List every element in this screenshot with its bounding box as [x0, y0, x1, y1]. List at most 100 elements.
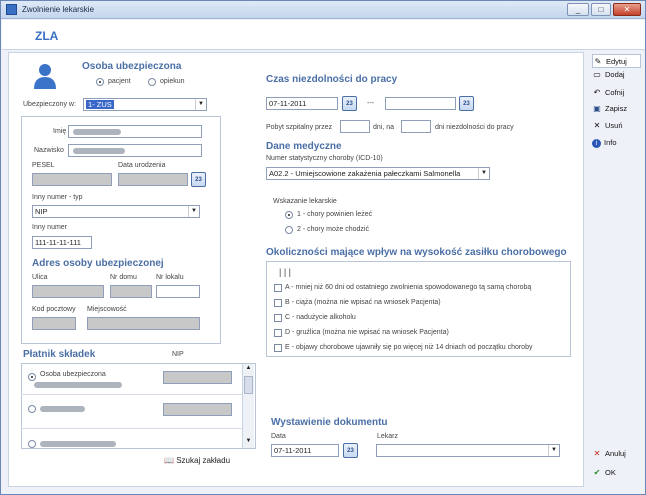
hospital-days-field[interactable] [340, 120, 370, 133]
circumstance-d-checkbox[interactable] [274, 329, 282, 337]
city-label: Miejscowość [87, 306, 127, 313]
incapacity-section-title: Czas niezdolności do pracy [266, 74, 398, 85]
insured-in-select[interactable]: 1- ZUS ▼ [83, 98, 207, 111]
first-name-label: Imię [53, 128, 67, 135]
ok-label: OK [605, 468, 616, 477]
radio-guardian[interactable] [148, 78, 156, 86]
cancel-button[interactable]: ✕ Anuluj [592, 447, 626, 461]
delete-icon: ✕ [593, 121, 601, 130]
save-icon: ▣ [593, 104, 601, 113]
date-from-field[interactable]: 07-11-2011 [266, 97, 338, 110]
circumstances-group [266, 261, 571, 357]
ok-button[interactable]: ✔ OK [592, 466, 616, 480]
calendar-icon[interactable]: 23 [343, 443, 358, 458]
circumstance-a-checkbox[interactable] [274, 284, 282, 292]
action-sidebar: ✎ Edytuj ▭ Dodaj ↶ Cofnij ▣ Zapisz ✕ Usuń i In… [588, 52, 644, 487]
undo-button[interactable]: ↶ Cofnij [592, 86, 625, 100]
delete-button[interactable]: ✕ Usuń [592, 119, 623, 133]
calendar-icon[interactable]: 23 [191, 172, 206, 187]
street-label: Ulica [32, 274, 48, 281]
save-button[interactable]: ▣ Zapisz [592, 102, 627, 116]
indication-radio-1[interactable] [285, 211, 293, 219]
new-document-icon: ▭ [593, 70, 601, 79]
search-company-button[interactable]: 📖 Szukaj zakładu [164, 456, 230, 465]
minimize-button[interactable]: _ [567, 3, 589, 16]
window-title: Zwolnienie lekarskie [22, 5, 95, 14]
circumstance-c-checkbox[interactable] [274, 314, 282, 322]
scroll-down-icon[interactable]: ▼ [244, 438, 253, 446]
city-field[interactable] [87, 317, 200, 330]
close-button[interactable]: ✕ [613, 3, 641, 16]
calendar-icon[interactable]: 23 [342, 96, 357, 111]
calendar-icon[interactable]: 23 [459, 96, 474, 111]
date-to-field[interactable] [385, 97, 456, 110]
circumstance-codes: | | | [279, 267, 292, 277]
redacted-value [73, 129, 121, 135]
save-label: Zapisz [605, 104, 628, 113]
undo-icon: ↶ [593, 88, 601, 97]
payer-radio-3[interactable] [28, 440, 36, 448]
payer-section-title: Płatnik składek [23, 349, 96, 360]
other-number-type-select[interactable]: NIP ▼ [32, 205, 200, 218]
redacted-value [40, 441, 116, 447]
circumstance-b-checkbox[interactable] [274, 299, 282, 307]
house-number-label: Nr domu [110, 274, 137, 281]
birth-date-field[interactable] [118, 173, 188, 186]
payer-list-scrollbar[interactable]: ▲ ▼ [242, 364, 254, 448]
edit-label: Edytuj [606, 57, 627, 66]
redacted-value [34, 382, 122, 388]
doctor-label: Lekarz [377, 433, 399, 440]
book-icon: 📖 [164, 456, 174, 465]
payer-radio-1[interactable] [28, 373, 36, 381]
radio-patient[interactable] [96, 78, 104, 86]
other-number-type-value: NIP [35, 207, 48, 216]
pesel-field[interactable] [32, 173, 112, 186]
edit-icon: ✎ [594, 57, 602, 66]
indication-1-label: 1 - chory powinien leżeć [297, 211, 373, 218]
issue-section-title: Wystawienie dokumentu [271, 417, 388, 428]
circumstance-d-label: D - gruźlica (można nie wpisać na wniose… [285, 329, 449, 336]
issue-date-label: Data [271, 433, 286, 440]
scrollbar-thumb[interactable] [244, 376, 253, 394]
last-name-field[interactable] [68, 144, 202, 157]
add-button[interactable]: ▭ Dodaj [592, 68, 625, 82]
issue-date-field[interactable]: 07-11-2011 [271, 444, 339, 457]
add-label: Dodaj [605, 70, 625, 79]
medical-section-title: Dane medyczne [266, 141, 342, 152]
indication-radio-2[interactable] [285, 226, 293, 234]
list-divider [21, 428, 244, 429]
insured-section-title: Osoba ubezpieczona [82, 61, 182, 72]
hospital-stay-label: Pobyt szpitalny przez [266, 124, 333, 131]
payer-option-1-label: Osoba ubezpieczona [40, 371, 106, 378]
payer-2-nip-field[interactable] [163, 403, 232, 416]
indication-2-label: 2 - chory może chodzić [297, 226, 369, 233]
page-title: ZLA [35, 29, 59, 43]
doctor-select[interactable]: ▼ [376, 444, 560, 457]
chevron-down-icon: ▼ [478, 168, 489, 179]
first-name-field[interactable] [68, 125, 202, 138]
icd-select[interactable]: A02.2 - Umiejscowione zakażenia pałeczka… [266, 167, 490, 180]
street-field[interactable] [32, 285, 104, 298]
circumstances-section-title: Okoliczności mające wpływ na wysokość za… [266, 247, 567, 258]
other-number-type-label: Inny numer - typ [32, 194, 83, 201]
info-button[interactable]: i Info [592, 136, 617, 150]
edit-button[interactable]: ✎ Edytuj [592, 54, 641, 68]
indication-label: Wskazanie lekarskie [273, 198, 337, 205]
circumstance-a-label: A - mniej niż 60 dni od ostatniego zwoln… [285, 284, 532, 291]
app-icon [6, 4, 17, 15]
payer-radio-2[interactable] [28, 405, 36, 413]
maximize-button[interactable]: □ [591, 3, 611, 16]
postcode-field[interactable] [32, 317, 76, 330]
payer-1-nip-field[interactable] [163, 371, 232, 384]
circumstance-e-checkbox[interactable] [274, 344, 282, 352]
cancel-icon: ✕ [593, 449, 601, 458]
radio-guardian-label: opiekun [160, 78, 185, 85]
form-panel: Osoba ubezpieczona pacjent opiekun Ubezp… [8, 52, 584, 487]
house-number-field[interactable] [110, 285, 152, 298]
scroll-up-icon[interactable]: ▲ [244, 365, 253, 373]
pesel-label: PESEL [32, 162, 55, 169]
flat-number-field[interactable] [156, 285, 200, 298]
other-number-field[interactable]: 111-11-11-111 [32, 236, 92, 249]
cancel-label: Anuluj [605, 449, 626, 458]
incapacity-days-field[interactable] [401, 120, 431, 133]
